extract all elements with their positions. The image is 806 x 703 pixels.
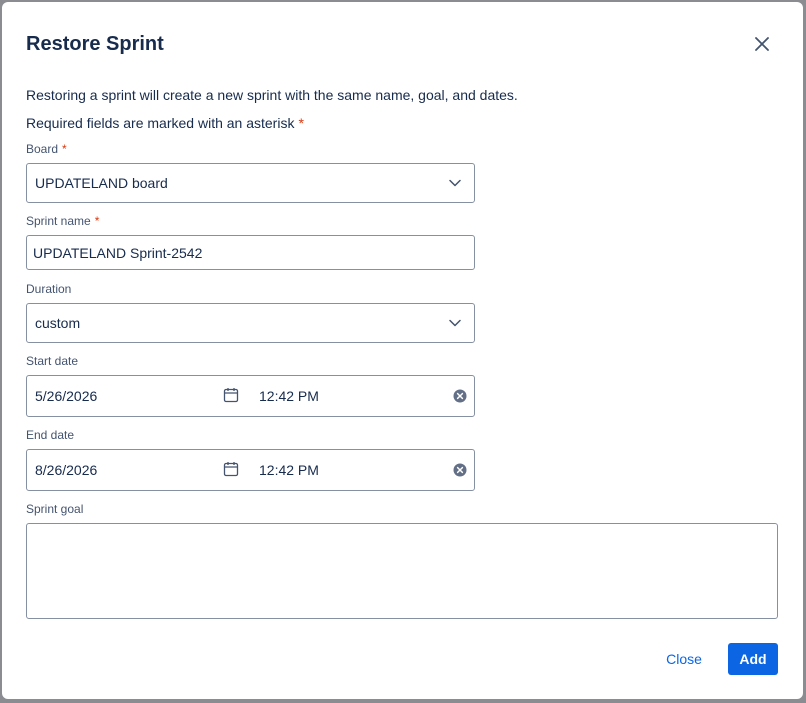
add-button[interactable]: Add (728, 643, 778, 675)
sprint-name-input[interactable]: UPDATELAND Sprint-2542 (26, 235, 475, 270)
chevron-down-icon (448, 176, 462, 190)
dialog-title: Restore Sprint (26, 33, 164, 55)
board-select-value: UPDATELAND board (35, 175, 168, 191)
sprint-name-label: Sprint name * (26, 213, 99, 229)
sprint-goal-label: Sprint goal (26, 502, 84, 516)
required-asterisk: * (94, 214, 100, 228)
required-asterisk: * (62, 142, 67, 156)
end-date-value[interactable]: 8/26/2026 (35, 450, 97, 490)
sprint-goal-textarea[interactable] (26, 523, 778, 619)
dialog-description: Restoring a sprint will create a new spr… (26, 87, 518, 103)
required-asterisk: * (298, 115, 304, 131)
start-date-field[interactable]: 5/26/2026 12:42 PM (26, 375, 475, 417)
board-label: Board * (26, 141, 67, 157)
calendar-icon[interactable] (223, 461, 239, 477)
duration-label: Duration (26, 282, 72, 296)
sprint-name-value: UPDATELAND Sprint-2542 (33, 244, 203, 261)
start-date-value[interactable]: 5/26/2026 (35, 376, 97, 416)
close-button[interactable]: Close (653, 643, 715, 675)
restore-sprint-dialog: Restore Sprint Restoring a sprint will c… (2, 2, 803, 699)
close-icon (755, 37, 769, 51)
clear-icon[interactable] (453, 463, 467, 477)
clear-icon[interactable] (453, 389, 467, 403)
required-note-text: Required fields are marked with an aster… (26, 115, 295, 131)
board-select[interactable]: UPDATELAND board (26, 163, 475, 203)
board-label-text: Board (26, 142, 59, 156)
chevron-down-icon (448, 316, 462, 330)
sprint-name-label-text: Sprint name (26, 214, 91, 228)
duration-select[interactable]: custom (26, 303, 475, 343)
start-date-label: Start date (26, 354, 79, 368)
end-date-field[interactable]: 8/26/2026 12:42 PM (26, 449, 475, 491)
duration-select-value: custom (35, 315, 81, 331)
required-note: Required fields are marked with an aster… (26, 114, 304, 132)
calendar-icon[interactable] (223, 387, 239, 403)
end-time-value[interactable]: 12:42 PM (259, 450, 319, 490)
start-time-value[interactable]: 12:42 PM (259, 376, 319, 416)
close-dialog-button[interactable] (750, 32, 774, 56)
end-date-label: End date (26, 428, 75, 442)
